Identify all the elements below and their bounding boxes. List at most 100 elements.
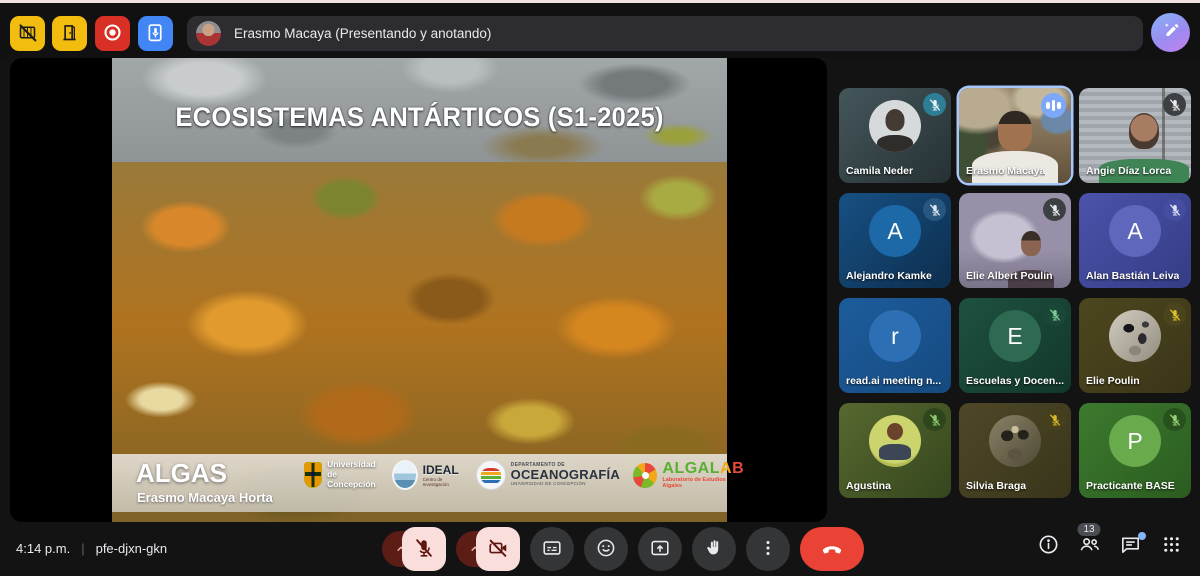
participant-name: Elie Albert Poulin (966, 270, 1053, 282)
udec-logo: Universidad de Concepción (304, 460, 379, 489)
end-call-icon (820, 536, 844, 563)
bottom-bar: 4:14 p.m. | pfe-djxn-gkn 13 (0, 522, 1200, 576)
meeting-side-controls: 13 (1035, 523, 1184, 561)
avatar (869, 100, 921, 152)
participant-name: Practicante BASE (1086, 480, 1175, 492)
oceanografia-icon (475, 460, 506, 490)
more-options-icon (757, 537, 779, 562)
meeting-code: pfe-djxn-gkn (95, 541, 168, 556)
avatar (989, 415, 1041, 467)
mic-muted-icon (1043, 198, 1066, 221)
participant-tile[interactable]: P Practicante BASE (1079, 403, 1191, 498)
slide-title: ECOSISTEMAS ANTÁRTICOS (S1-2025) (175, 102, 664, 132)
participant-tile[interactable]: Erasmo Macaya (959, 88, 1071, 183)
participants-panel: Camila Neder Erasmo Macaya Angie Díaz Lorc… (839, 88, 1191, 498)
camera-control-group (456, 527, 520, 571)
chat-notification-dot (1138, 532, 1146, 540)
avatar-initial: E (989, 310, 1041, 362)
extension-presentation-blocked-button[interactable] (10, 16, 45, 51)
extension-transcription-button[interactable] (138, 16, 173, 51)
participant-count-badge: 13 (1077, 523, 1101, 536)
annotate-pen-icon (1161, 21, 1181, 44)
slide-footer-band: ALGAS Erasmo Macaya Horta Universidad de… (112, 454, 744, 512)
participant-name: Alejandro Kamke (846, 270, 932, 282)
annotate-button[interactable] (1151, 13, 1190, 52)
algalab-logo: ALGALAB Laboratorio de Estudios Algales (632, 461, 745, 489)
participant-tile[interactable]: Elie Poulin (1079, 298, 1191, 393)
ideal-glacier-icon (391, 460, 418, 490)
speaking-indicator-icon (1041, 93, 1066, 118)
slide-author: Erasmo Macaya Horta (137, 490, 273, 505)
participant-tile[interactable]: Elie Albert Poulin (959, 193, 1071, 288)
ideal-logo: IDEAL Centro de Investigación (391, 460, 463, 490)
participant-name: Silvia Braga (966, 480, 1027, 492)
extension-door-exit-button[interactable] (52, 16, 87, 51)
avatar (1109, 310, 1161, 362)
captions-button[interactable] (530, 527, 574, 571)
mic-muted-icon (1163, 198, 1186, 221)
participant-name: Agustina (846, 480, 891, 492)
door-exit-icon (59, 22, 80, 46)
participant-name: Angie Díaz Lorca (1086, 165, 1172, 177)
end-call-button[interactable] (800, 527, 864, 571)
activities-button[interactable] (1158, 534, 1184, 560)
meeting-info: 4:14 p.m. | pfe-djxn-gkn (16, 541, 167, 556)
participant-name: read.ai meeting n... (846, 375, 942, 387)
participant-tile[interactable]: Silvia Braga (959, 403, 1071, 498)
slide-topic: ALGAS (136, 458, 227, 488)
presentation-blocked-icon (17, 22, 38, 46)
chat-button[interactable] (1117, 532, 1146, 560)
presenter-avatar (196, 21, 221, 46)
meeting-details-button[interactable] (1035, 534, 1061, 560)
clock-time: 4:14 p.m. (16, 541, 71, 556)
extension-record-button[interactable] (95, 16, 130, 51)
participants-button[interactable]: 13 (1076, 523, 1102, 561)
people-icon (1078, 533, 1101, 561)
avatar-initial: A (869, 205, 921, 257)
participant-name: Camila Neder (846, 165, 914, 177)
present-screen-icon (649, 537, 671, 562)
presentation-stage[interactable]: ECOSISTEMAS ANTÁRTICOS (S1-2025) ALGAS E… (10, 58, 827, 522)
apps-grid-icon (1160, 533, 1183, 561)
mic-muted-icon (923, 93, 946, 116)
captions-icon (541, 537, 563, 562)
more-options-button[interactable] (746, 527, 790, 571)
participant-tile[interactable]: A Alejandro Kamke (839, 193, 951, 288)
avatar (869, 415, 921, 467)
participant-tile[interactable]: Agustina (839, 403, 951, 498)
avatar-initial: r (869, 310, 921, 362)
slide-logos: Universidad de Concepción IDEAL Centro d… (304, 460, 745, 490)
oceanografia-logo: DEPARTAMENTO DE OCEANOGRAFÍA UNIVERSIDAD… (475, 460, 620, 490)
mic-muted-icon (923, 198, 946, 221)
raise-hand-button[interactable] (692, 527, 736, 571)
presenter-label: Erasmo Macaya (Presentando y anotando) (234, 26, 492, 41)
participant-tile[interactable]: Angie Díaz Lorca (1079, 88, 1191, 183)
participant-tile[interactable]: E Escuelas y Docen... (959, 298, 1071, 393)
info-icon (1037, 533, 1060, 561)
participant-name: Alan Bastián Leiva (1086, 270, 1180, 282)
reactions-button[interactable] (584, 527, 628, 571)
mic-off-button[interactable] (402, 527, 446, 571)
top-bar: Erasmo Macaya (Presentando y anotando) (0, 3, 1200, 58)
participant-name: Escuelas y Docen... (966, 375, 1065, 387)
present-screen-button[interactable] (638, 527, 682, 571)
call-controls (382, 527, 864, 571)
mic-muted-icon (1043, 408, 1066, 431)
participant-tile[interactable]: Camila Neder (839, 88, 951, 183)
mic-muted-icon (1163, 408, 1186, 431)
avatar-initial: P (1109, 415, 1161, 467)
raise-hand-icon (703, 537, 725, 562)
participant-tile[interactable]: r read.ai meeting n... (839, 298, 951, 393)
mic-muted-icon (1163, 93, 1186, 116)
mic-muted-icon (923, 408, 946, 431)
divider: | (81, 541, 85, 556)
transcription-icon (145, 22, 166, 46)
avatar-initial: A (1109, 205, 1161, 257)
algalab-pinwheel-icon (632, 462, 658, 488)
participant-name: Elie Poulin (1086, 375, 1140, 387)
participant-tile[interactable]: A Alan Bastián Leiva (1079, 193, 1191, 288)
presentation-slide: ECOSISTEMAS ANTÁRTICOS (S1-2025) ALGAS E… (112, 58, 744, 522)
camera-off-button[interactable] (476, 527, 520, 571)
presenter-pill[interactable]: Erasmo Macaya (Presentando y anotando) (187, 16, 1143, 51)
camera-off-icon (487, 537, 509, 562)
